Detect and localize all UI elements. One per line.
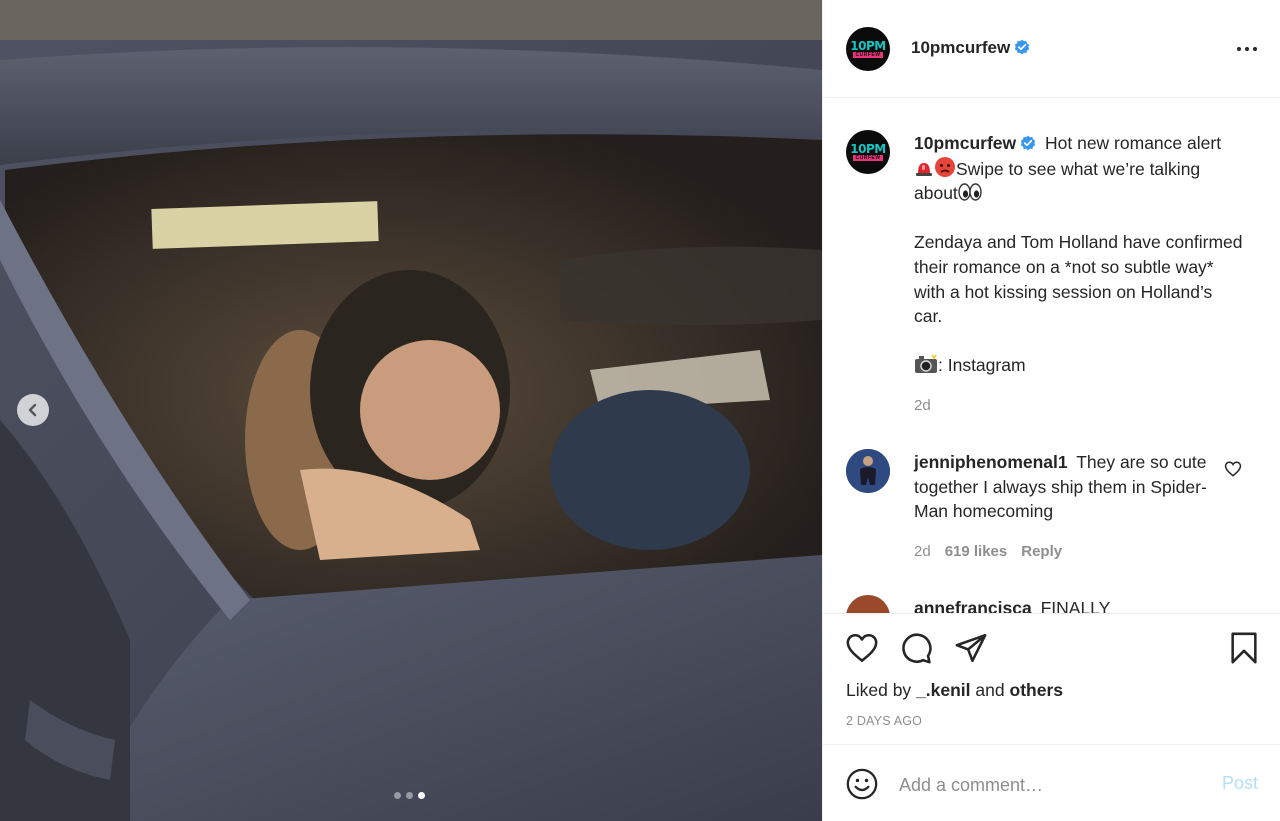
more-options-icon[interactable] <box>1235 37 1259 61</box>
avatar-logo-subtext: CURFEW <box>852 52 884 58</box>
comment-meta: 2d 619 likes Reply <box>914 543 1076 560</box>
chevron-left-icon <box>28 403 37 417</box>
caption-paragraph-2: Zendaya and Tom Holland have confirmed t… <box>914 232 1243 327</box>
commenter-avatar[interactable] <box>846 449 890 493</box>
verified-badge-icon <box>1015 39 1030 55</box>
person-silhouette-icon <box>846 449 890 493</box>
caption-username[interactable]: 10pmcurfew <box>914 133 1036 153</box>
carousel-previous-button[interactable] <box>17 394 49 426</box>
carousel-indicator <box>394 792 425 799</box>
comment-bubble-icon[interactable] <box>899 631 933 665</box>
post-actions: Liked by _.kenil and others 2 DAYS AGO P… <box>823 613 1280 821</box>
author-avatar[interactable]: 10PM CURFEW <box>846 27 890 71</box>
camera-flash-emoji-icon <box>915 354 937 374</box>
siren-emoji-icon <box>916 162 932 176</box>
liked-by-summary: Liked by _.kenil and others <box>846 680 1063 701</box>
commenter-username[interactable]: annefrancisca <box>914 598 1032 613</box>
caption-paragraph-3: : Instagram <box>914 353 1244 378</box>
post-comment-button[interactable]: Post <box>1222 773 1258 794</box>
liked-by-and: and <box>975 680 1005 700</box>
save-bookmark-icon[interactable] <box>1227 631 1261 665</box>
commenter-avatar[interactable] <box>846 595 890 613</box>
carousel-dot-active <box>418 792 425 799</box>
commenter-username[interactable]: jenniphenomenal1 <box>914 452 1068 472</box>
carousel-dot <box>394 792 401 799</box>
caption-line-1a: Hot new romance alert <box>1045 133 1222 153</box>
liked-by-user-link[interactable]: _.kenil <box>916 680 970 700</box>
author-username: 10pmcurfew <box>911 38 1011 57</box>
avatar-logo-text: 10PM <box>850 39 886 53</box>
comment-reply-button[interactable]: Reply <box>1021 543 1062 560</box>
verified-badge-icon <box>1020 135 1036 151</box>
author-username-link[interactable]: 10pmcurfew <box>911 38 1030 58</box>
comment-like-heart-icon[interactable] <box>1224 460 1242 478</box>
post-photo <box>0 0 822 821</box>
comment-body: FINALLY <box>1040 598 1111 613</box>
caption-username-text: 10pmcurfew <box>914 133 1017 153</box>
pouting-face-emoji-icon <box>935 156 955 177</box>
caption-avatar[interactable]: 10PM CURFEW <box>846 130 890 174</box>
post-timestamp[interactable]: 2 DAYS AGO <box>846 714 922 728</box>
caption-meta: 2d <box>914 397 945 414</box>
comment-likes[interactable]: 619 likes <box>945 543 1008 560</box>
comment-input[interactable] <box>899 771 1189 799</box>
carousel-dot <box>406 792 413 799</box>
comment-time[interactable]: 2d <box>914 543 931 560</box>
post-sidebar: 10PM CURFEW 10pmcurfew 10PM CURFEW 10pmc… <box>822 0 1280 821</box>
comment-composer: Post <box>823 744 1280 821</box>
avatar-logo-text: 10PM <box>850 142 886 156</box>
caption-source-text: : Instagram <box>938 355 1026 376</box>
caption-time[interactable]: 2d <box>914 397 931 414</box>
comment-text: annefrancisca FINALLY <box>914 596 1214 613</box>
avatar-logo-subtext: CURFEW <box>852 155 884 161</box>
share-paper-plane-icon[interactable] <box>954 631 988 665</box>
eyes-emoji-icon <box>958 183 982 201</box>
comments-list[interactable]: 10PM CURFEW 10pmcurfew Hot new romance a… <box>823 99 1280 613</box>
like-heart-icon[interactable] <box>845 631 879 665</box>
liked-by-prefix: Liked by <box>846 680 912 700</box>
comment-text: jenniphenomenal1 They are so cute togeth… <box>914 450 1214 524</box>
post-media[interactable] <box>0 0 822 821</box>
post-header: 10PM CURFEW 10pmcurfew <box>823 0 1280 98</box>
liked-by-others-link[interactable]: others <box>1010 680 1063 700</box>
caption-text: 10pmcurfew Hot new romance alert Swipe t… <box>914 131 1244 378</box>
emoji-smiley-icon[interactable] <box>845 767 879 801</box>
